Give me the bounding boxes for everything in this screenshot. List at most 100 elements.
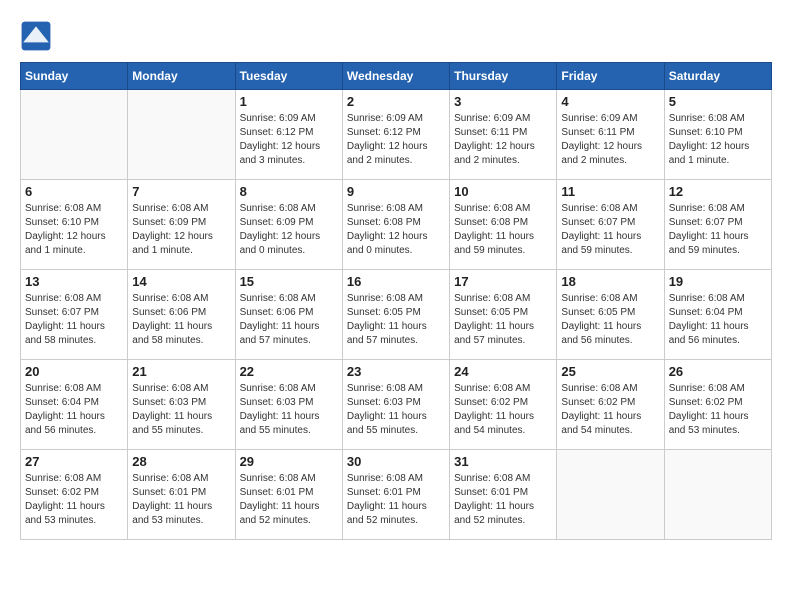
day-info: Sunrise: 6:08 AM Sunset: 6:07 PM Dayligh… [561,202,659,258]
logo [20,20,56,52]
calendar-cell: 30 Sunrise: 6:08 AM Sunset: 6:01 PM Dayli… [342,450,449,540]
day-number: 9 [347,184,445,199]
calendar-cell: 5 Sunrise: 6:08 AM Sunset: 6:10 PM Daylig… [664,90,771,180]
day-info: Sunrise: 6:08 AM Sunset: 6:02 PM Dayligh… [454,382,552,438]
day-number: 10 [454,184,552,199]
day-number: 30 [347,454,445,469]
day-number: 19 [669,274,767,289]
calendar-header: SundayMondayTuesdayWednesdayThursdayFrid… [21,63,772,90]
weekday-header: Thursday [450,63,557,90]
calendar-cell: 13 Sunrise: 6:08 AM Sunset: 6:07 PM Dayli… [21,270,128,360]
day-number: 11 [561,184,659,199]
calendar-cell: 25 Sunrise: 6:08 AM Sunset: 6:02 PM Dayli… [557,360,664,450]
day-info: Sunrise: 6:08 AM Sunset: 6:06 PM Dayligh… [240,292,338,348]
day-info: Sunrise: 6:08 AM Sunset: 6:04 PM Dayligh… [669,292,767,348]
day-number: 5 [669,94,767,109]
day-info: Sunrise: 6:08 AM Sunset: 6:05 PM Dayligh… [561,292,659,348]
calendar-cell: 15 Sunrise: 6:08 AM Sunset: 6:06 PM Dayli… [235,270,342,360]
calendar-cell: 3 Sunrise: 6:09 AM Sunset: 6:11 PM Daylig… [450,90,557,180]
calendar-cell: 21Sunrise: 6:08 AM Sunset: 6:03 PM Dayli… [128,360,235,450]
weekday-header: Monday [128,63,235,90]
day-number: 18 [561,274,659,289]
calendar-cell: 16 Sunrise: 6:08 AM Sunset: 6:05 PM Dayli… [342,270,449,360]
day-info: Sunrise: 6:08 AM Sunset: 6:06 PM Dayligh… [132,292,230,348]
day-number: 15 [240,274,338,289]
calendar-cell: 1 Sunrise: 6:09 AM Sunset: 6:12 PM Daylig… [235,90,342,180]
day-info: Sunrise: 6:08 AM Sunset: 6:01 PM Dayligh… [132,472,230,528]
day-number: 14 [132,274,230,289]
day-number: 27 [25,454,123,469]
calendar-cell: 2 Sunrise: 6:09 AM Sunset: 6:12 PM Daylig… [342,90,449,180]
day-info: Sunrise: 6:08 AM Sunset: 6:08 PM Dayligh… [347,202,445,258]
day-info: Sunrise: 6:09 AM Sunset: 6:11 PM Dayligh… [454,112,552,168]
day-number: 26 [669,364,767,379]
page-header [20,20,772,52]
day-info: Sunrise: 6:08 AM Sunset: 6:07 PM Dayligh… [25,292,123,348]
day-info: Sunrise: 6:08 AM Sunset: 6:01 PM Dayligh… [347,472,445,528]
day-number: 20 [25,364,123,379]
day-info: Sunrise: 6:08 AM Sunset: 6:08 PM Dayligh… [454,202,552,258]
calendar-table: SundayMondayTuesdayWednesdayThursdayFrid… [20,62,772,540]
day-number: 2 [347,94,445,109]
day-info: Sunrise: 6:09 AM Sunset: 6:12 PM Dayligh… [240,112,338,168]
day-info: Sunrise: 6:08 AM Sunset: 6:09 PM Dayligh… [132,202,230,258]
calendar-cell: 10 Sunrise: 6:08 AM Sunset: 6:08 PM Dayli… [450,180,557,270]
weekday-header: Sunday [21,63,128,90]
day-info: Sunrise: 6:08 AM Sunset: 6:10 PM Dayligh… [25,202,123,258]
day-number: 3 [454,94,552,109]
day-number: 22 [240,364,338,379]
calendar-cell: 23Sunrise: 6:08 AM Sunset: 6:03 PM Dayli… [342,360,449,450]
day-number: 17 [454,274,552,289]
day-number: 24 [454,364,552,379]
calendar-cell: 4 Sunrise: 6:09 AM Sunset: 6:11 PM Daylig… [557,90,664,180]
day-number: 25 [561,364,659,379]
calendar-cell: 27 Sunrise: 6:08 AM Sunset: 6:02 PM Dayli… [21,450,128,540]
day-info: Sunrise: 6:08 AM Sunset: 6:01 PM Dayligh… [454,472,552,528]
day-info: Sunrise: 6:08 AM Sunset: 6:09 PM Dayligh… [240,202,338,258]
day-info: Sunrise: 6:08 AM Sunset: 6:02 PM Dayligh… [669,382,767,438]
calendar-cell: 8 Sunrise: 6:08 AM Sunset: 6:09 PM Daylig… [235,180,342,270]
calendar-cell [664,450,771,540]
weekday-header: Wednesday [342,63,449,90]
day-info: Sunrise: 6:08 AM Sunset: 6:10 PM Dayligh… [669,112,767,168]
weekday-header: Tuesday [235,63,342,90]
weekday-header: Friday [557,63,664,90]
calendar-cell [128,90,235,180]
day-info: Sunrise: 6:09 AM Sunset: 6:11 PM Dayligh… [561,112,659,168]
day-info: Sunrise: 6:09 AM Sunset: 6:12 PM Dayligh… [347,112,445,168]
calendar-cell: 20 Sunrise: 6:08 AM Sunset: 6:04 PM Dayli… [21,360,128,450]
day-number: 7 [132,184,230,199]
calendar-cell: 12Sunrise: 6:08 AM Sunset: 6:07 PM Dayli… [664,180,771,270]
calendar-cell: 31 Sunrise: 6:08 AM Sunset: 6:01 PM Dayli… [450,450,557,540]
weekday-header: Saturday [664,63,771,90]
day-info: Sunrise: 6:08 AM Sunset: 6:01 PM Dayligh… [240,472,338,528]
day-number: 6 [25,184,123,199]
calendar-cell: 19 Sunrise: 6:08 AM Sunset: 6:04 PM Dayli… [664,270,771,360]
calendar-cell: 14 Sunrise: 6:08 AM Sunset: 6:06 PM Dayli… [128,270,235,360]
day-info: Sunrise: 6:08 AM Sunset: 6:05 PM Dayligh… [454,292,552,348]
day-number: 23 [347,364,445,379]
day-number: 13 [25,274,123,289]
day-info: Sunrise: 6:08 AM Sunset: 6:02 PM Dayligh… [561,382,659,438]
calendar-cell [557,450,664,540]
day-info: Sunrise: 6:08 AM Sunset: 6:02 PM Dayligh… [25,472,123,528]
calendar-cell: 6 Sunrise: 6:08 AM Sunset: 6:10 PM Daylig… [21,180,128,270]
day-number: 29 [240,454,338,469]
day-number: 4 [561,94,659,109]
calendar-cell: 17 Sunrise: 6:08 AM Sunset: 6:05 PM Dayli… [450,270,557,360]
day-info: Sunrise: 6:08 AM Sunset: 6:03 PM Dayligh… [132,382,230,438]
calendar-cell: 22Sunrise: 6:08 AM Sunset: 6:03 PM Dayli… [235,360,342,450]
calendar-cell: 26 Sunrise: 6:08 AM Sunset: 6:02 PM Dayli… [664,360,771,450]
calendar-cell: 7 Sunrise: 6:08 AM Sunset: 6:09 PM Daylig… [128,180,235,270]
calendar-cell: 24 Sunrise: 6:08 AM Sunset: 6:02 PM Dayli… [450,360,557,450]
day-number: 1 [240,94,338,109]
logo-icon [20,20,52,52]
calendar-cell: 11 Sunrise: 6:08 AM Sunset: 6:07 PM Dayli… [557,180,664,270]
calendar-cell: 29 Sunrise: 6:08 AM Sunset: 6:01 PM Dayli… [235,450,342,540]
day-number: 31 [454,454,552,469]
day-number: 8 [240,184,338,199]
day-number: 16 [347,274,445,289]
day-info: Sunrise: 6:08 AM Sunset: 6:05 PM Dayligh… [347,292,445,348]
calendar-cell: 28Sunrise: 6:08 AM Sunset: 6:01 PM Dayli… [128,450,235,540]
day-info: Sunrise: 6:08 AM Sunset: 6:04 PM Dayligh… [25,382,123,438]
